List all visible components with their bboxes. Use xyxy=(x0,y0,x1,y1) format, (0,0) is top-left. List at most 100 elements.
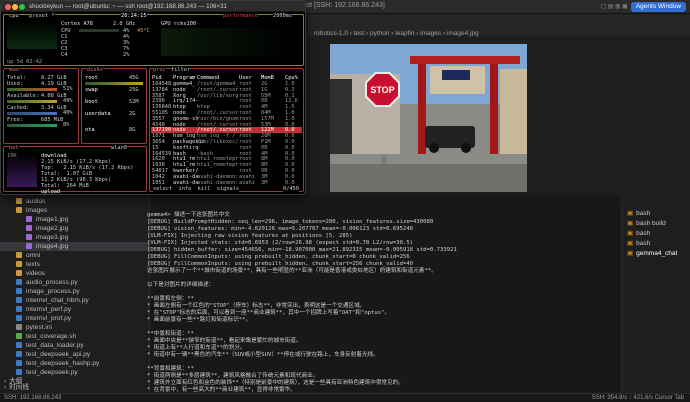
proc-cell[interactable]: /usr/libexec/ xyxy=(197,139,238,145)
net-scale: 10K xyxy=(7,153,17,159)
sidebar-item-image-process[interactable]: image_process.py xyxy=(0,287,150,296)
terminal-session[interactable]: ▣ bash xyxy=(627,229,650,237)
layout-icons[interactable]: ▢▤▥▦ xyxy=(601,2,630,10)
terminal-line: * 街道两侧是**多层建筑**，建筑风格融合了传统元素和现代商业。 xyxy=(147,373,319,379)
sidebar-item-internvl-perf[interactable]: internvl_perf.py xyxy=(0,305,150,314)
sidebar-item-test-data-loader[interactable]: test_data_loader.py xyxy=(0,341,150,350)
net-iface[interactable]: wlan0 xyxy=(111,145,127,151)
terminal-session[interactable]: ▣ bash xyxy=(627,239,650,247)
cpu-core-name: C4 xyxy=(61,52,68,58)
sidebar-item-images[interactable]: images xyxy=(0,206,150,215)
cpu-graph xyxy=(7,21,57,49)
street-scene-image: STOP xyxy=(330,44,527,192)
disk-name: boot xyxy=(85,99,98,105)
python-file-icon xyxy=(16,279,22,285)
sidebar-item-texts[interactable]: texts xyxy=(0,260,150,269)
sidebar-item-image1[interactable]: image1.jpg xyxy=(0,215,150,224)
disk-bar xyxy=(85,82,143,85)
explorer-sidebar: audios images image1.jpg image2.jpg imag… xyxy=(0,195,150,392)
svg-text:STOP: STOP xyxy=(370,85,394,95)
cpu-interval[interactable]: 2000ms xyxy=(273,13,293,19)
sidebar-item-audio-process[interactable]: audio_process.py xyxy=(0,278,150,287)
disk-size: 45G xyxy=(129,75,139,81)
config-file-icon xyxy=(16,324,22,330)
terminal-window[interactable]: shockleykun — root@ubuntu: ~ — ssh root@… xyxy=(0,0,306,195)
terminal-icon: ▣ xyxy=(627,220,634,227)
agents-window-button[interactable]: Agents Window xyxy=(630,2,686,12)
terminal-line: **前景和左侧：** xyxy=(147,296,195,302)
terminal-line: * 建筑外立面有红色和金色的装饰**（特别是前景中的建筑），这是一些具有亚洲特色… xyxy=(147,380,404,386)
disk-name: ota xyxy=(85,127,95,133)
terminal-line: 以下是对图片的详细描述： xyxy=(147,282,215,288)
cpu-freq: 2.0 GHz xyxy=(113,21,136,27)
disk-size: 2G xyxy=(129,111,136,117)
sidebar-item-image4[interactable]: image4.jpg xyxy=(0,242,150,251)
close-button[interactable] xyxy=(5,4,11,10)
cpu-core-temp: 45°C xyxy=(137,28,150,34)
sidebar-item-test-deepseek-hashp[interactable]: test_deepseek_hashp.py xyxy=(0,359,150,368)
mem-free-pct: 8% xyxy=(63,122,70,128)
terminal-line: * 画面左侧有一个红色的"STOP"（停车）标志**，非常突出，表明这是一个交通… xyxy=(147,303,366,309)
chevron-right-icon: › xyxy=(4,384,7,391)
sidebar-item-test-coverage[interactable]: test_coverage.sh xyxy=(0,332,150,341)
image-file-icon xyxy=(26,216,32,222)
proc-cell[interactable]: avahi-da xyxy=(173,180,199,186)
folder-open-icon xyxy=(16,207,22,213)
terminal-line: * 街道中有一辆**黑色的汽车**（SUV或小型SUV）**停在或行驶在路上，车… xyxy=(147,352,379,358)
mem-header: mem xyxy=(9,67,19,73)
folder-icon xyxy=(16,198,22,204)
image-file-icon xyxy=(26,234,32,240)
sidebar-item-image3[interactable]: image3.jpg xyxy=(0,233,150,242)
terminal-session-active[interactable]: ▣ gemma4_chat xyxy=(627,249,677,257)
proc-filter[interactable]: filter xyxy=(171,67,191,73)
proc-cell[interactable]: 0.0 xyxy=(285,180,295,186)
sidebar-item-pytest-ini[interactable]: pytest.ini xyxy=(0,323,150,332)
python-file-icon xyxy=(16,288,22,294)
sidebar-item-omni[interactable]: omni xyxy=(0,251,150,260)
terminal-line: 这张图片展示了一个**城市街道的场景**，具有一些明显的**亚洲（可能是香港或类… xyxy=(147,268,437,274)
sidebar-item-image2[interactable]: image2.jpg xyxy=(0,224,150,233)
sidebar-item-test-deepseek[interactable]: test_deepseek.py xyxy=(0,368,150,377)
proc-cell[interactable]: 1051 xyxy=(152,180,165,186)
python-file-icon xyxy=(16,297,22,303)
proc-cell[interactable]: /usr/lib/xorg xyxy=(197,93,238,99)
terminal-line: **中景和街道：** xyxy=(147,331,195,337)
sidebar-item-internvl-prof[interactable]: internvl_prof.py xyxy=(0,314,150,323)
terminal-line: gemma4> 描述一下这张图片中文 xyxy=(147,212,230,218)
mem-free: 685 MiB xyxy=(41,117,64,123)
python-file-icon xyxy=(16,369,22,375)
terminal-line: [DEBUG] vision_features: min=-4.620126 m… xyxy=(147,226,414,232)
cpu-preset[interactable]: preset * xyxy=(29,13,55,19)
proc-cell[interactable]: avahi xyxy=(239,180,255,186)
mem-used-label: Used: xyxy=(7,81,23,87)
python-file-icon xyxy=(16,342,22,348)
sidebar-item-internvl-chat-hbm[interactable]: internvl_chat_hbm.py xyxy=(0,296,150,305)
terminal-line: [DEBUG] hidden_buffer: size=454656, min=… xyxy=(147,247,457,253)
terminal-session[interactable]: ▣ bash build xyxy=(627,219,666,227)
terminal-session[interactable]: ▣ bash xyxy=(627,209,650,217)
breadcrumb[interactable]: robotics-1.0 › test › python › leapfin ›… xyxy=(314,30,479,37)
sidebar-item-audios[interactable]: audios xyxy=(0,197,150,206)
proc-footer[interactable]: select info kill signals xyxy=(153,186,240,192)
sidebar-item-test-deepseek-api[interactable]: test_deepseek_api.py xyxy=(0,350,150,359)
sidebar-section-timeline[interactable]: › 时间线 xyxy=(0,384,150,391)
mem-cached-label: Cached: xyxy=(7,105,30,111)
cpu-mode[interactable]: performance xyxy=(223,13,259,19)
python-file-icon xyxy=(16,360,22,366)
disk-name: swap xyxy=(85,87,98,93)
minimize-button[interactable] xyxy=(12,4,18,10)
mem-available-pct: 49% xyxy=(63,98,73,104)
proc-cell[interactable]: htu1_remotepr xyxy=(197,162,238,168)
mem-available-bar xyxy=(7,100,57,103)
mem-available-label: Available: xyxy=(7,93,39,99)
proc-cell[interactable]: avahi-daemon: xyxy=(197,180,238,186)
disk-name: root xyxy=(85,75,98,81)
remote-indicator[interactable]: SSH: 192.168.86.243 xyxy=(4,394,61,402)
proc-count: 0/450 xyxy=(283,186,299,192)
sidebar-item-videos[interactable]: videos xyxy=(0,269,150,278)
terminal-session-list: ▣ bash ▣ bash build ▣ bash ▣ bash ▣ gemma4_ch… xyxy=(622,205,690,395)
disk-size: 8G xyxy=(129,127,136,133)
maximize-button[interactable] xyxy=(19,4,25,10)
proc-cell[interactable]: 3M xyxy=(261,180,267,186)
terminal-titlebar: shockleykun — root@ubuntu: ~ — ssh root@… xyxy=(1,1,305,12)
